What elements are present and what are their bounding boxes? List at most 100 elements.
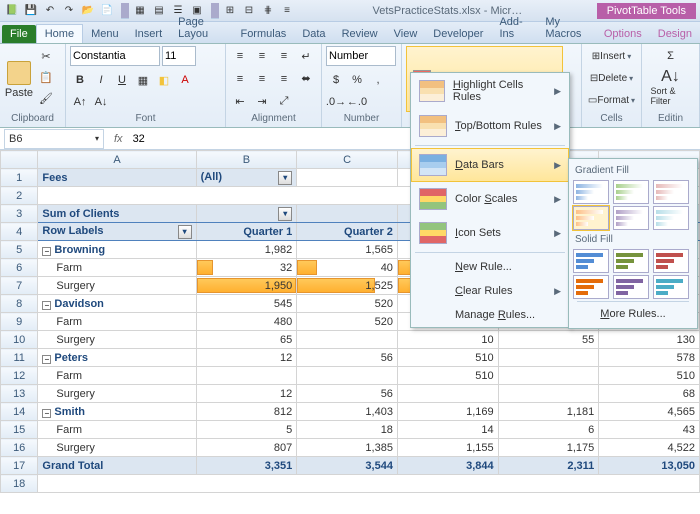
row-header[interactable]: 15 — [1, 421, 38, 439]
col-header[interactable]: B — [196, 151, 297, 169]
tab-formulas[interactable]: Formulas — [232, 25, 294, 43]
menu-item-new-rule-[interactable]: New Rule... — [411, 255, 569, 279]
row-header[interactable]: 17 — [1, 457, 38, 475]
tab-menu[interactable]: Menu — [83, 25, 127, 43]
row-header[interactable]: 18 — [1, 475, 38, 493]
formatpainter-icon[interactable]: 🖌 — [36, 88, 56, 108]
indent-inc-icon[interactable]: ⇥ — [252, 91, 272, 111]
data-bar-swatch[interactable] — [653, 275, 689, 299]
cell[interactable]: 1,950 — [196, 277, 297, 295]
row-header[interactable]: 2 — [1, 187, 38, 205]
cell[interactable] — [196, 367, 297, 385]
cell[interactable]: 510 — [599, 367, 700, 385]
cell[interactable] — [498, 385, 599, 403]
data-bar-swatch[interactable] — [573, 180, 609, 204]
open-icon[interactable]: 📂 — [80, 3, 96, 19]
col-header[interactable]: C — [297, 151, 398, 169]
merge-icon[interactable]: ⬌ — [296, 69, 316, 89]
cell[interactable]: Row Labels▾ — [38, 223, 196, 241]
cell[interactable]: 4,522 — [599, 439, 700, 457]
cell[interactable]: 13,050 — [599, 457, 700, 475]
data-bar-swatch[interactable] — [653, 249, 689, 273]
border-icon[interactable]: ▦ — [133, 70, 153, 90]
cell[interactable]: 520 — [297, 313, 398, 331]
cell[interactable]: Sum of Clients — [38, 205, 196, 223]
cell[interactable]: Grand Total — [38, 457, 196, 475]
cell[interactable]: 1,525 — [297, 277, 398, 295]
cell[interactable]: 32 — [196, 259, 297, 277]
copy-icon[interactable]: 📋 — [36, 67, 56, 87]
tab-review[interactable]: Review — [334, 25, 386, 43]
align-right-icon[interactable]: ≡ — [274, 69, 294, 89]
cell[interactable]: 3,544 — [297, 457, 398, 475]
row-header[interactable]: 4 — [1, 223, 38, 241]
new-icon[interactable]: 📄 — [99, 3, 115, 19]
paste-button[interactable]: Paste — [4, 46, 34, 112]
select-all[interactable] — [1, 151, 38, 169]
cell[interactable]: 40 — [297, 259, 398, 277]
qat-icon[interactable]: ⋕ — [260, 3, 276, 19]
data-bar-swatch[interactable] — [653, 180, 689, 204]
cell[interactable]: 3,351 — [196, 457, 297, 475]
fill-color-icon[interactable]: ◧ — [154, 70, 174, 90]
cell[interactable]: −Davidson — [38, 295, 196, 313]
cell[interactable]: 55 — [498, 331, 599, 349]
row-header[interactable]: 1 — [1, 169, 38, 187]
cell[interactable]: 56 — [297, 349, 398, 367]
qat-icon[interactable]: ▦ — [132, 3, 148, 19]
cell[interactable]: 12 — [196, 349, 297, 367]
cell[interactable]: 1,385 — [297, 439, 398, 457]
underline-icon[interactable]: U — [112, 70, 132, 90]
grow-font-icon[interactable]: A↑ — [70, 92, 90, 112]
row-header[interactable]: 12 — [1, 367, 38, 385]
tab-developer[interactable]: Developer — [425, 25, 491, 43]
font-name-combo[interactable] — [70, 46, 160, 66]
cell[interactable]: ▾ — [196, 205, 297, 223]
col-header[interactable]: A — [38, 151, 196, 169]
cell[interactable]: 3,844 — [397, 457, 498, 475]
row-header[interactable]: 10 — [1, 331, 38, 349]
cell[interactable]: 68 — [599, 385, 700, 403]
cell[interactable]: Fees — [38, 169, 196, 187]
qat-icon[interactable]: ≡ — [279, 3, 295, 19]
align-middle-icon[interactable]: ≡ — [252, 46, 272, 66]
cell[interactable] — [498, 367, 599, 385]
cell[interactable]: 578 — [599, 349, 700, 367]
menu-item-color-scales[interactable]: Color Scales▶ — [411, 182, 569, 216]
cell[interactable]: 1,181 — [498, 403, 599, 421]
cell[interactable]: 2,311 — [498, 457, 599, 475]
cell[interactable]: 1,403 — [297, 403, 398, 421]
cell[interactable]: 10 — [397, 331, 498, 349]
menu-item-top-bottom-rules[interactable]: Top/Bottom Rules▶ — [411, 109, 569, 143]
cut-icon[interactable]: ✂ — [36, 46, 56, 66]
dec-decimal-icon[interactable]: ←.0 — [347, 92, 367, 112]
menu-item-highlight-cells-rules[interactable]: Highlight Cells Rules▶ — [411, 73, 569, 109]
filter-dropdown-icon[interactable]: ▾ — [278, 171, 292, 185]
cell[interactable]: Quarter 2 — [297, 223, 398, 241]
cell[interactable]: 510 — [397, 367, 498, 385]
cell[interactable]: −Peters — [38, 349, 196, 367]
align-center-icon[interactable]: ≡ — [252, 69, 272, 89]
fx-icon[interactable]: fx — [114, 133, 123, 145]
cell[interactable]: 43 — [599, 421, 700, 439]
undo-icon[interactable]: ↶ — [42, 3, 58, 19]
cell[interactable]: Surgery — [38, 385, 196, 403]
insert-cells-button[interactable]: ⊞ Insert — [586, 46, 637, 66]
cell[interactable]: Surgery — [38, 439, 196, 457]
data-bar-swatch[interactable] — [613, 206, 649, 230]
tab-addins[interactable]: Add-Ins — [491, 13, 537, 43]
cell[interactable]: 520 — [297, 295, 398, 313]
cell[interactable]: 1,982 — [196, 241, 297, 259]
data-bar-swatch[interactable] — [573, 206, 609, 230]
cell[interactable] — [397, 385, 498, 403]
number-format-combo[interactable] — [326, 46, 396, 66]
cell[interactable]: 18 — [297, 421, 398, 439]
cell[interactable]: 65 — [196, 331, 297, 349]
cell[interactable]: Surgery — [38, 331, 196, 349]
cell[interactable]: Surgery — [38, 277, 196, 295]
cell[interactable]: 56 — [297, 385, 398, 403]
tab-view[interactable]: View — [386, 25, 426, 43]
shrink-font-icon[interactable]: A↓ — [91, 92, 111, 112]
data-bar-swatch[interactable] — [573, 249, 609, 273]
currency-icon[interactable]: $ — [326, 70, 346, 90]
